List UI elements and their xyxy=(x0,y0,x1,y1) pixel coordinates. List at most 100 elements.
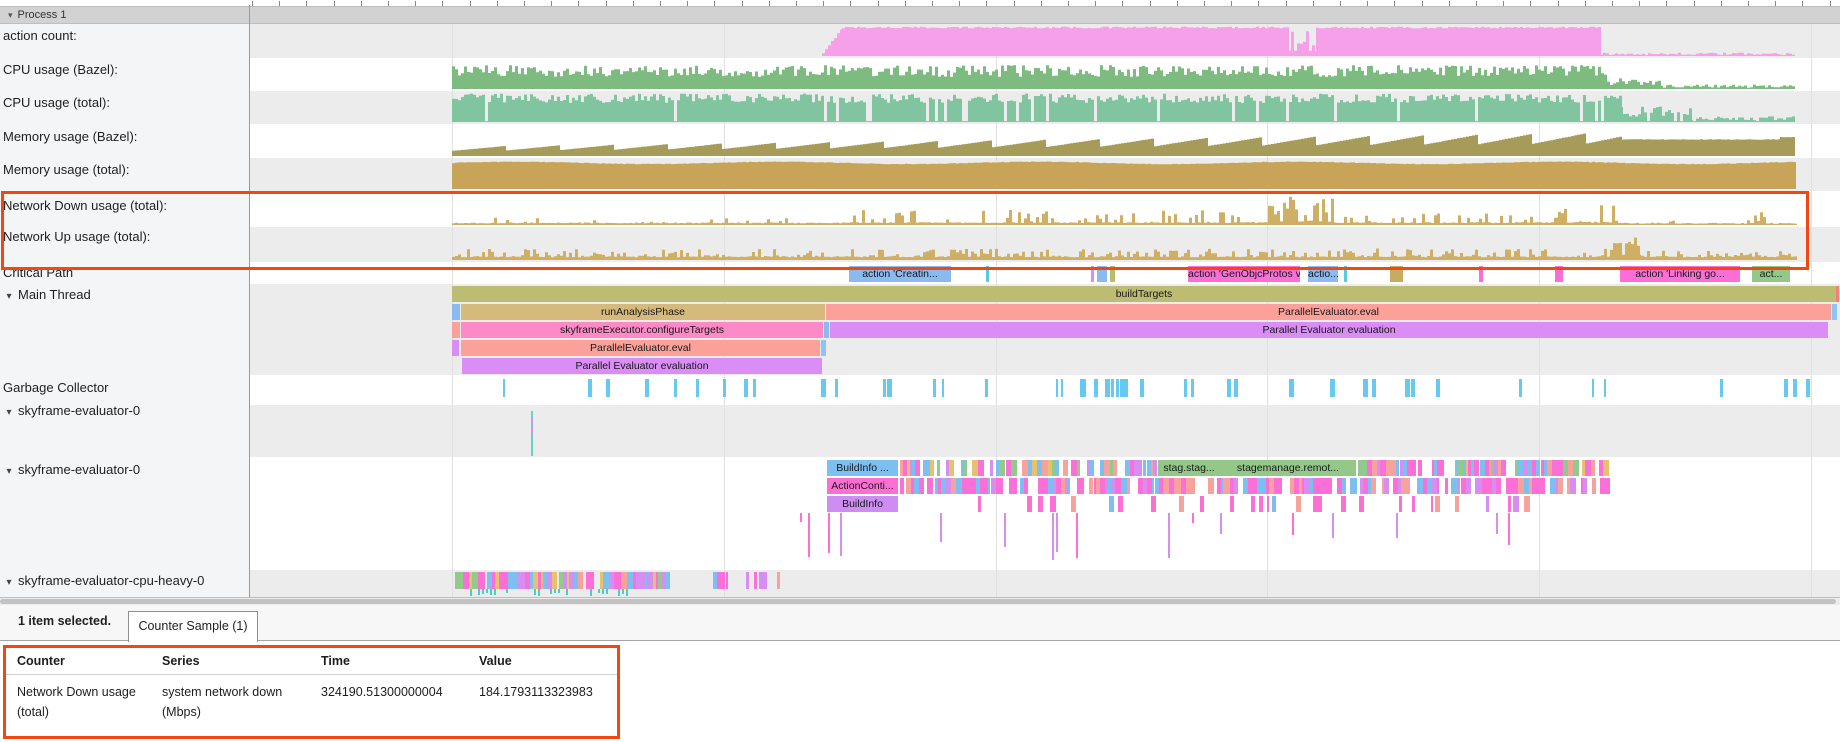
track-label-skyframe-evaluator-0-b[interactable]: ▾skyframe-evaluator-0 xyxy=(0,461,245,481)
gc-event-tick[interactable] xyxy=(1604,379,1606,397)
event-bar[interactable] xyxy=(990,460,993,476)
process-header[interactable]: ▾Process 1 xyxy=(0,6,1840,24)
counter-track-action-count[interactable] xyxy=(249,26,1840,56)
track-label-skyframe-evaluator-cpu-heavy-0[interactable]: ▾skyframe-evaluator-cpu-heavy-0 xyxy=(0,572,245,592)
event-bar[interactable] xyxy=(1079,478,1083,494)
track-label-skyframe-evaluator-0[interactable]: ▾skyframe-evaluator-0 xyxy=(0,402,245,422)
event-bar[interactable] xyxy=(1259,496,1263,512)
event-sliver[interactable] xyxy=(452,340,459,356)
expand-triangle-icon[interactable]: ▾ xyxy=(0,288,18,306)
event-bar[interactable] xyxy=(1574,478,1577,494)
event-bar[interactable] xyxy=(1143,460,1145,476)
gc-event-tick[interactable] xyxy=(1056,379,1058,397)
event-bar[interactable] xyxy=(592,572,594,589)
event-bar[interactable] xyxy=(1342,478,1346,494)
event-bar[interactable] xyxy=(1055,460,1059,476)
event-sliver[interactable] xyxy=(452,304,460,320)
gc-event-tick[interactable] xyxy=(645,379,649,397)
gc-event-tick[interactable] xyxy=(588,379,593,397)
scrollbar-thumb[interactable] xyxy=(0,599,1836,604)
counter-track-cpu-usage-bazel[interactable] xyxy=(249,60,1840,89)
event-bar[interactable] xyxy=(964,460,967,476)
event-bar[interactable] xyxy=(1496,478,1501,494)
event-bar[interactable] xyxy=(915,460,920,476)
event-slice[interactable]: runAnalysisPhase xyxy=(461,304,825,320)
event-bar[interactable] xyxy=(1200,496,1204,512)
event-bar[interactable] xyxy=(1024,478,1028,494)
event-slice[interactable]: stagemanage.remot... xyxy=(1220,460,1356,476)
event-bar[interactable] xyxy=(1090,460,1094,476)
event-bar[interactable] xyxy=(949,460,954,476)
gc-event-tick[interactable] xyxy=(1405,379,1410,397)
gc-event-tick[interactable] xyxy=(723,379,726,397)
gc-event-tick[interactable] xyxy=(1227,379,1231,397)
track-label-main-thread[interactable]: ▾Main Thread xyxy=(0,286,245,306)
event-bar[interactable] xyxy=(900,478,904,494)
gc-event-tick[interactable] xyxy=(821,379,826,397)
gc-event-tick[interactable] xyxy=(606,379,610,397)
event-bar[interactable] xyxy=(937,460,940,476)
event-bar[interactable] xyxy=(1113,460,1117,476)
gc-event-tick[interactable] xyxy=(1289,379,1294,397)
event-bar[interactable] xyxy=(1341,496,1347,512)
event-bar[interactable] xyxy=(1508,496,1511,512)
event-bar[interactable] xyxy=(1431,496,1433,512)
gc-event-tick[interactable] xyxy=(753,379,756,397)
event-bar[interactable] xyxy=(1591,460,1595,476)
event-bar[interactable] xyxy=(1211,478,1213,494)
event-bar[interactable] xyxy=(1230,496,1235,512)
event-slice[interactable]: BuildInfo ... xyxy=(827,460,898,476)
event-bar[interactable] xyxy=(1278,478,1282,494)
event-slice[interactable]: BuildInfo xyxy=(827,496,898,512)
event-bar[interactable] xyxy=(1603,460,1609,476)
gc-event-tick[interactable] xyxy=(1363,379,1368,397)
event-bar[interactable] xyxy=(578,572,583,589)
event-bar[interactable] xyxy=(1151,496,1156,512)
gc-event-tick[interactable] xyxy=(942,379,944,397)
gc-event-tick[interactable] xyxy=(1235,379,1239,397)
event-bar[interactable] xyxy=(988,478,991,494)
event-bar[interactable] xyxy=(666,572,670,589)
event-bar[interactable] xyxy=(746,572,749,589)
event-bar[interactable] xyxy=(1592,478,1596,494)
event-slice[interactable]: stag.stag... xyxy=(1158,460,1220,476)
event-bar[interactable] xyxy=(1583,478,1587,494)
gc-event-tick[interactable] xyxy=(744,379,748,397)
event-bar[interactable] xyxy=(1451,478,1457,494)
gc-event-tick[interactable] xyxy=(1793,379,1797,397)
gc-event-tick[interactable] xyxy=(1105,379,1109,397)
event-bar[interactable] xyxy=(1486,496,1490,512)
event-bar[interactable] xyxy=(1118,496,1123,512)
event-bar[interactable] xyxy=(552,572,557,589)
event-bar[interactable] xyxy=(726,572,729,589)
event-bar[interactable] xyxy=(1077,460,1080,476)
gc-event-tick[interactable] xyxy=(503,379,505,397)
event-bar[interactable] xyxy=(1359,496,1364,512)
event-bar[interactable] xyxy=(1435,496,1440,512)
event-bar[interactable] xyxy=(1068,478,1070,494)
event-bar[interactable] xyxy=(1418,460,1422,476)
event-bar[interactable] xyxy=(1441,460,1444,476)
event-bar[interactable] xyxy=(777,572,780,589)
event-bar[interactable] xyxy=(1605,478,1610,494)
event-bar[interactable] xyxy=(1138,460,1142,476)
gc-event-tick[interactable] xyxy=(985,379,988,397)
event-bar[interactable] xyxy=(981,460,984,476)
tab-counter-sample[interactable]: Counter Sample (1) xyxy=(128,611,258,642)
gc-event-tick[interactable] xyxy=(1330,379,1335,397)
gc-event-tick[interactable] xyxy=(1720,379,1723,397)
event-slice[interactable]: ParallelEvaluator.eval xyxy=(826,304,1831,320)
event-bar[interactable] xyxy=(1192,478,1195,494)
event-bar[interactable] xyxy=(1050,496,1056,512)
event-bar[interactable] xyxy=(480,572,485,589)
event-sliver[interactable] xyxy=(452,322,460,338)
gc-event-tick[interactable] xyxy=(1184,379,1187,397)
counter-track-cpu-usage-total[interactable] xyxy=(249,93,1840,122)
gc-event-tick[interactable] xyxy=(674,379,676,397)
gc-event-tick[interactable] xyxy=(1191,379,1194,397)
event-slice[interactable]: buildTargets xyxy=(452,286,1836,302)
event-bar[interactable] xyxy=(1012,478,1017,494)
event-bar[interactable] xyxy=(1063,460,1068,476)
event-bar[interactable] xyxy=(999,478,1003,494)
event-bar[interactable] xyxy=(1384,478,1389,494)
